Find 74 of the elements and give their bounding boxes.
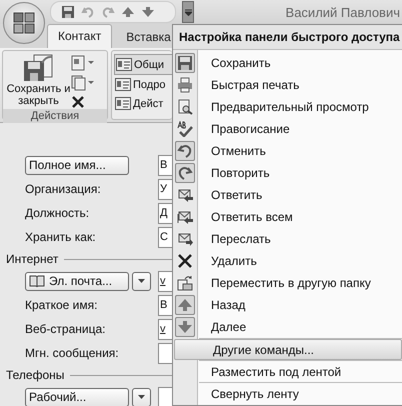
- field-button[interactable]: Эл. почта...: [25, 272, 129, 290]
- save-close-icon: [22, 53, 56, 83]
- ribbon-tab[interactable]: Контакт: [47, 24, 112, 48]
- input-field[interactable]: У: [158, 178, 172, 200]
- envelope-reply-all-icon: [177, 209, 193, 225]
- view-button[interactable]: Дейст: [114, 94, 172, 113]
- caret-icon: [184, 8, 192, 16]
- address-book-icon: [29, 275, 45, 287]
- menu-item[interactable]: Ответить всем: [173, 206, 402, 228]
- menu-item[interactable]: Далее: [173, 316, 402, 338]
- delete-icon: [177, 253, 193, 269]
- up-arrow-icon: [177, 297, 193, 313]
- input-field[interactable]: Д: [158, 202, 172, 224]
- envelope-reply-icon: [177, 187, 193, 203]
- up-arrow-icon[interactable]: [121, 6, 135, 18]
- caret-icon: [138, 279, 145, 283]
- contact-card-icon: [115, 97, 131, 110]
- menu-item[interactable]: Повторить: [173, 162, 402, 184]
- save-icon[interactable]: [61, 5, 75, 19]
- dropdown-button[interactable]: [132, 388, 151, 406]
- view-button[interactable]: Подро: [114, 75, 172, 94]
- contact-card-icon: [116, 58, 132, 71]
- spell-check-icon: [177, 121, 193, 137]
- delete-icon[interactable]: [71, 95, 85, 109]
- down-arrow-icon[interactable]: [141, 6, 155, 18]
- caret-icon: [138, 395, 145, 399]
- redo-icon: [177, 165, 193, 181]
- copy-card-icon[interactable]: [71, 75, 95, 91]
- menu-item[interactable]: Ответить: [173, 184, 402, 206]
- menu-item[interactable]: Другие команды...: [174, 339, 402, 360]
- customize-toolbar-button[interactable]: [182, 1, 194, 23]
- menu-item[interactable]: Удалить: [173, 250, 402, 272]
- menu-item[interactable]: Разместить под лентой: [173, 361, 402, 382]
- section-heading: Интернет: [6, 252, 58, 266]
- section-heading: Телефоны: [6, 368, 64, 382]
- field-label: Должность:: [25, 206, 90, 220]
- menu-item[interactable]: Быстрая печать: [173, 74, 402, 96]
- menu-item[interactable]: Переместить в другую папку: [173, 272, 402, 294]
- menu-item[interactable]: Правогисание: [173, 118, 402, 140]
- group-label: Действия: [3, 109, 107, 123]
- field-button[interactable]: Рабочий...: [25, 388, 129, 406]
- menu-item[interactable]: Сохранить: [173, 52, 402, 74]
- input-field[interactable]: В: [158, 294, 172, 316]
- dropdown-button[interactable]: [132, 272, 151, 290]
- input-field[interactable]: В: [158, 154, 172, 176]
- contact-card-icon[interactable]: [71, 55, 95, 71]
- office-logo-icon: [13, 12, 35, 34]
- field-label: Организация:: [25, 182, 102, 196]
- input-field[interactable]: v: [158, 318, 172, 340]
- field-button[interactable]: Полное имя...: [25, 156, 129, 174]
- office-button[interactable]: [3, 2, 45, 44]
- menu-title: Настройка панели быстрого доступа: [173, 25, 402, 50]
- field-label: Хранить как:: [25, 230, 97, 244]
- envelope-forward-icon: [177, 231, 193, 247]
- move-folder-icon: [177, 275, 193, 291]
- input-field[interactable]: v: [158, 270, 172, 292]
- ribbon-tab[interactable]: Вставка: [118, 26, 172, 48]
- menu-item[interactable]: Назад: [173, 294, 402, 316]
- save-and-close-button[interactable]: Сохранить и закрыть: [3, 51, 71, 109]
- menu-item[interactable]: Переслать: [173, 228, 402, 250]
- down-arrow-icon: [177, 319, 193, 335]
- field-label: Веб-страница:: [25, 322, 106, 336]
- contact-card-icon: [115, 78, 131, 91]
- menu-item[interactable]: Свернуть ленту: [173, 383, 402, 404]
- field-label: Мгн. сообщения:: [25, 346, 120, 360]
- field-label: Краткое имя:: [25, 298, 98, 312]
- input-field[interactable]: С: [158, 226, 172, 248]
- menu-item[interactable]: Отменить: [173, 140, 402, 162]
- window-title: Василий Павлович: [286, 4, 400, 20]
- undo-icon: [177, 143, 193, 159]
- menu-item[interactable]: Предварительный просмотр: [173, 96, 402, 118]
- printer-icon: [177, 77, 193, 93]
- view-button[interactable]: Общи: [114, 54, 172, 75]
- magnifier-page-icon: [177, 99, 193, 115]
